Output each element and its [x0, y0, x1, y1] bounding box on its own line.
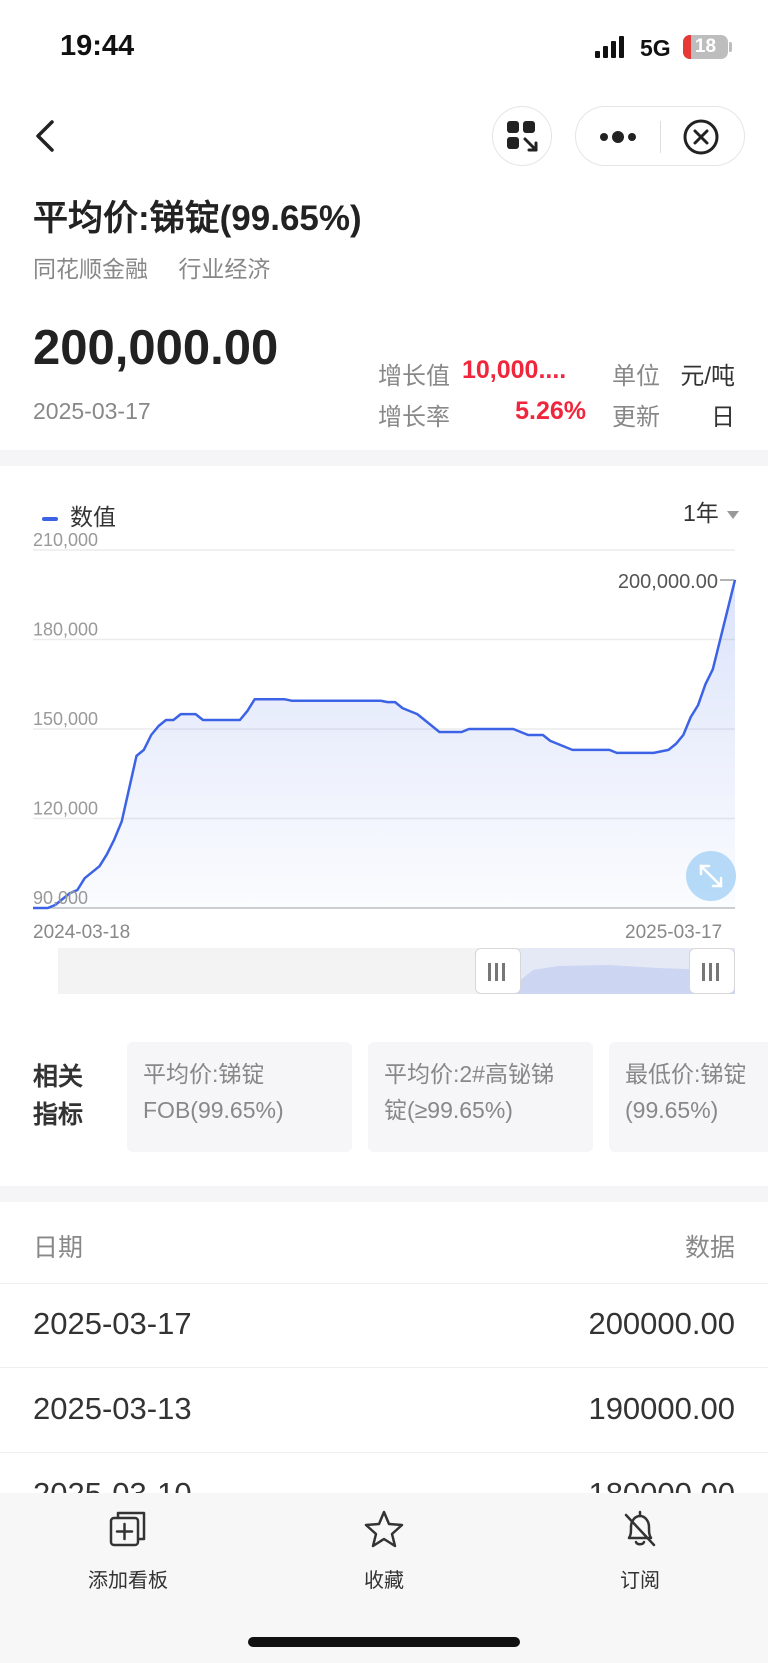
star-icon	[364, 1510, 404, 1548]
related-card-line2: 锭(≥99.65%)	[384, 1097, 513, 1123]
section-divider	[0, 1186, 768, 1202]
y-tick-label: 150,000	[33, 709, 98, 729]
related-card[interactable]: 最低价:锑锭 (99.65%)	[609, 1042, 768, 1152]
related-card[interactable]: 平均价:锑锭 FOB(99.65%)	[127, 1042, 352, 1152]
related-card-line2: (99.65%)	[625, 1097, 719, 1123]
row-date: 2025-03-17	[33, 1306, 192, 1341]
more-icon[interactable]	[596, 127, 640, 147]
source-tags: 同花顺金融 行业经济	[33, 250, 294, 284]
table-row: 2025-03-17 200000.00	[0, 1284, 768, 1368]
line-chart: 210,000 180,000 150,000 120,000 90,000 200,0…	[33, 530, 737, 910]
current-date: 2025-03-17	[33, 398, 151, 424]
back-arrow-icon[interactable]	[30, 116, 60, 156]
current-value: 200,000.00	[33, 321, 279, 375]
grip-icon	[702, 963, 724, 981]
unit-label: 单位	[612, 363, 660, 390]
growth-value-label: 增长值	[378, 363, 450, 390]
y-tick-label: 90,000	[33, 888, 88, 908]
category-tag: 行业经济	[178, 256, 271, 282]
column-date: 日期	[33, 1234, 84, 1262]
growth-rate: 5.26%	[515, 397, 586, 425]
unit-value: 元/吨	[680, 363, 735, 390]
mini-program-capsule	[575, 106, 745, 166]
battery-level: 18	[694, 36, 717, 57]
favorite-button[interactable]: 收藏	[324, 1509, 444, 1593]
row-date: 2025-03-13	[33, 1391, 192, 1426]
nav-bar	[0, 100, 768, 180]
related-label-line1: 相关	[33, 1063, 84, 1091]
table-row: 2025-03-13 190000.00	[0, 1369, 768, 1453]
qr-share-icon	[507, 121, 538, 152]
y-tick-label: 210,000	[33, 530, 98, 550]
add-board-icon	[109, 1511, 146, 1547]
favorite-label: 收藏	[364, 1570, 404, 1592]
chart-area-fill	[33, 579, 735, 908]
table-header: 日期 数据	[0, 1202, 768, 1284]
row-value: 200000.00	[588, 1306, 735, 1341]
y-tick-label: 180,000	[33, 620, 98, 640]
source-tag: 同花顺金融	[33, 256, 148, 282]
share-qr-button[interactable]	[492, 106, 552, 166]
slider-left-handle[interactable]	[475, 948, 521, 994]
related-card[interactable]: 平均价:2#高铋锑 锭(≥99.65%)	[368, 1042, 593, 1152]
related-label-line2: 指标	[33, 1101, 84, 1129]
status-time: 19:44	[60, 30, 135, 62]
expand-chart-button[interactable]	[686, 851, 736, 901]
related-card-line1: 平均价:2#高铋锑	[384, 1061, 554, 1087]
last-value-label: 200,000.00	[618, 571, 718, 593]
grip-icon	[488, 963, 510, 981]
close-icon[interactable]	[682, 118, 720, 156]
related-card-line1: 平均价:锑锭	[143, 1061, 265, 1087]
update-label: 更新	[612, 404, 660, 431]
dropdown-arrow-icon	[726, 510, 739, 519]
update-frequency: 日	[711, 404, 735, 431]
battery-icon: 18	[683, 35, 728, 59]
bottom-toolbar: 添加看板 收藏 订阅	[0, 1493, 768, 1663]
column-value: 数据	[684, 1234, 735, 1262]
home-indicator	[248, 1637, 520, 1647]
x-axis-start: 2024-03-18	[33, 922, 131, 943]
growth-value: 10,000....	[462, 356, 567, 384]
subscribe-button[interactable]: 订阅	[580, 1509, 700, 1593]
subscribe-label: 订阅	[620, 1570, 660, 1592]
row-value: 190000.00	[588, 1391, 735, 1426]
related-label: 相关 指标	[33, 1058, 83, 1134]
related-indicators: 相关 指标 平均价:锑锭 FOB(99.65%) 平均价:2#高铋锑 锭(≥99…	[0, 1040, 768, 1160]
page-title: 平均价:锑锭(99.65%)	[33, 199, 362, 238]
range-slider[interactable]	[58, 948, 735, 994]
x-axis-end: 2025-03-17	[625, 922, 723, 943]
y-tick-label: 120,000	[33, 799, 98, 819]
related-card-line1: 最低价:锑锭	[625, 1061, 747, 1087]
add-board-label: 添加看板	[88, 1570, 168, 1592]
growth-rate-label: 增长率	[378, 404, 450, 431]
status-bar: 19:44 5G 18	[0, 0, 768, 100]
section-divider	[0, 450, 768, 466]
related-card-line2: FOB(99.65%)	[143, 1097, 284, 1123]
slider-right-handle[interactable]	[689, 948, 735, 994]
signal-icon	[595, 36, 624, 58]
add-board-button[interactable]: 添加看板	[68, 1509, 188, 1593]
bell-off-icon	[624, 1510, 656, 1547]
network-label: 5G	[640, 35, 671, 61]
